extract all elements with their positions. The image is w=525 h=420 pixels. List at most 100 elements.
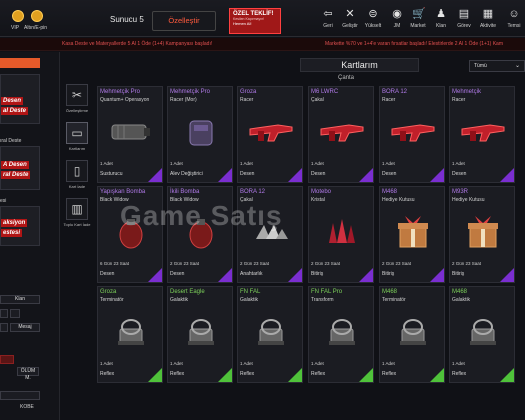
card-item[interactable]: Mehmetçik Racer 1 Adet Desen bbox=[449, 86, 515, 183]
card-item[interactable]: M6 LWRC Çakal 1 Adet Desen bbox=[308, 86, 374, 183]
card-item[interactable]: Groza Racer 1 Adet Desen bbox=[237, 86, 303, 183]
special-offer-banner[interactable]: ÖZEL TEKLİF! Kesilen Kaçırmayın! Hemen A… bbox=[229, 8, 281, 34]
cart-icon: 🛒 bbox=[412, 8, 426, 20]
card-item-type: Desen bbox=[240, 171, 255, 177]
clan-button[interactable]: Klan bbox=[0, 295, 40, 304]
filter-my-cards-label: Kartlarım bbox=[68, 146, 86, 151]
card-item-type: Desen bbox=[452, 171, 467, 177]
nav-user-label: Temsi bbox=[507, 23, 521, 29]
card-item-quantity: 1 Adet bbox=[452, 161, 465, 166]
filter-card-return[interactable]: ▯ Kart İade bbox=[62, 160, 92, 189]
nav-mission[interactable]: ▤ Görev bbox=[453, 8, 475, 29]
card-item[interactable]: Mehmetçik Pro Quantum+ Operasyon 1 Adet Sus… bbox=[97, 86, 163, 183]
card-item-variant: Hediye Kutusu bbox=[452, 197, 485, 203]
card-item-variant: Racer (Mor) bbox=[170, 97, 197, 103]
gold-coin-icon[interactable] bbox=[31, 10, 43, 22]
cards-icon: ▭ bbox=[66, 122, 88, 144]
filter-card-return-label: Kart İade bbox=[68, 184, 86, 189]
promo-banner-3[interactable]: aksiyon estesi bbox=[0, 206, 40, 246]
card-item[interactable]: Yapışkan Bomba Black Widow 6 Gün 23 Saat De… bbox=[97, 186, 163, 283]
offer-buy-button[interactable]: Hemen Al! bbox=[233, 21, 277, 26]
nav-back[interactable]: ⇦ Geri bbox=[317, 8, 339, 29]
nav-market[interactable]: 🛒 Market bbox=[407, 8, 429, 29]
vip-coin-icon[interactable] bbox=[12, 10, 24, 22]
status-badge: ÖLÜM M. bbox=[17, 367, 39, 381]
nav-jm-label: JM bbox=[393, 23, 401, 29]
card-item-type: Bitiriş bbox=[452, 271, 465, 277]
news-ticker: Kasa Deste ve Materyallerde 5 Al 1 Öde (… bbox=[0, 38, 525, 51]
crystal-icon bbox=[319, 211, 365, 253]
card-item-name: İkili Bomba bbox=[170, 189, 200, 195]
customize-button[interactable]: Özelleştir bbox=[152, 11, 216, 31]
card-item-name: Groza bbox=[100, 289, 117, 295]
card-item-name: FN FAL Pro bbox=[311, 289, 343, 295]
card-item-name: M468 bbox=[452, 289, 468, 295]
category-dropdown[interactable]: Tümü ⌄ bbox=[469, 60, 525, 72]
grenade-icon bbox=[178, 211, 224, 253]
card-item-quantity: 2 Gün 23 Saat bbox=[170, 261, 200, 266]
left-bar bbox=[0, 391, 40, 400]
card-item[interactable]: Desert Eagle Galaktik 1 Adet Reflex bbox=[167, 286, 233, 383]
card-item-name: FN FAL bbox=[240, 289, 261, 295]
rifle-skin-icon bbox=[390, 111, 436, 153]
rarity-corner bbox=[288, 168, 302, 182]
nav-jm[interactable]: ◉ JM bbox=[386, 8, 408, 29]
card-item[interactable]: M468 Hediye Kutusu 2 Gün 23 Saat Bitiriş bbox=[379, 186, 445, 283]
card-item-name: M468 bbox=[382, 189, 398, 195]
nav-back-label: Geri bbox=[323, 23, 333, 29]
nav-activity-label: Aktivite bbox=[479, 23, 497, 29]
promo-1-line-2: al Deste bbox=[1, 107, 29, 115]
card-item-type: Desen bbox=[170, 271, 185, 277]
promo-3-line-1: aksiyon bbox=[1, 219, 28, 227]
card-item[interactable]: M468 Galaktik 1 Adet Reflex bbox=[449, 286, 515, 383]
card-item[interactable]: BORA 12 Racer 1 Adet Desen bbox=[379, 86, 445, 183]
card-item[interactable]: FN FAL Pro Transform 1 Adet Reflex bbox=[308, 286, 374, 383]
kobe-label: KOBE bbox=[20, 404, 34, 410]
card-item-type: Bitiriş bbox=[382, 271, 395, 277]
card-item[interactable]: M468 Terminatör 1 Adet Reflex bbox=[379, 286, 445, 383]
vip-label: VIP bbox=[11, 25, 20, 31]
card-item-name: Mehmetçik Pro bbox=[170, 89, 211, 95]
left-small-button-1[interactable] bbox=[0, 309, 8, 318]
game-window: VIP Altın/E-pin Sunucu 5 Özelleştir ÖZEL… bbox=[0, 0, 525, 420]
rarity-corner bbox=[218, 268, 232, 282]
message-button[interactable]: Mesaj bbox=[10, 323, 40, 332]
card-item[interactable]: Mehmetçik Pro Racer (Mor) 1 Adet Alev Değiş… bbox=[167, 86, 233, 183]
card-item-name: Desert Eagle bbox=[170, 289, 205, 295]
card-item-quantity: 1 Adet bbox=[100, 361, 113, 366]
chevron-down-icon: ⌄ bbox=[514, 63, 520, 69]
filter-bulk-return[interactable]: ▥ Toplu Kart İade bbox=[62, 198, 92, 227]
card-item[interactable]: BORA 12 Çakal 2 Gün 23 Saat Anahtarlık bbox=[237, 186, 303, 283]
left-label-deste: ıral Deste bbox=[0, 138, 22, 144]
card-item-name: Motebo bbox=[311, 189, 332, 195]
card-item[interactable]: FN FAL Galaktik 1 Adet Reflex bbox=[237, 286, 303, 383]
card-item-name: M6 LWRC bbox=[311, 89, 339, 95]
left-small-button-2[interactable] bbox=[10, 309, 20, 318]
card-item-type: Reflex bbox=[452, 371, 467, 377]
nav-mission-label: Görev bbox=[457, 23, 471, 29]
left-small-button-3[interactable] bbox=[0, 323, 8, 332]
promo-banner-2[interactable]: A Desen ral Deste bbox=[0, 146, 40, 190]
nav-market-label: Market bbox=[410, 23, 426, 29]
card-item[interactable]: İkili Bomba Black Widow 2 Gün 23 Saat Desen bbox=[167, 186, 233, 283]
nav-activity[interactable]: ▦ Aktivite bbox=[477, 8, 499, 29]
card-item[interactable]: Groza Terminatör 1 Adet Reflex bbox=[97, 286, 163, 383]
nav-clan[interactable]: ♟ Klan bbox=[430, 8, 452, 29]
card-item-variant: Racer bbox=[240, 97, 254, 103]
nav-user[interactable]: ☺ Temsi bbox=[503, 8, 525, 29]
nav-develop[interactable]: ✕ Geliştir bbox=[339, 8, 361, 29]
filter-customize[interactable]: ✂ Özelleştirme bbox=[62, 84, 92, 113]
card-item-variant: Terminatör bbox=[100, 297, 124, 303]
promo-banner-1[interactable]: Desen al Deste bbox=[0, 74, 40, 124]
card-item-type: Susturucu bbox=[100, 171, 123, 177]
reflex-sight-icon bbox=[460, 311, 506, 353]
filter-bulk-return-label: Toplu Kart İade bbox=[63, 222, 91, 227]
card-item-variant: Galaktik bbox=[240, 297, 259, 303]
card-item[interactable]: M93R Hediye Kutusu 2 Gün 23 Saat Bitiriş bbox=[449, 186, 515, 283]
card-item-variant: Quantum+ Operasyon bbox=[100, 97, 150, 103]
nav-upgrade[interactable]: ⊜ Yükselt bbox=[362, 8, 384, 29]
filter-my-cards[interactable]: ▭ Kartlarım bbox=[62, 122, 92, 151]
card-item[interactable]: Motebo Kristal 2 Gün 23 Saat Bitiriş bbox=[308, 186, 374, 283]
ticker-text-right: Markette %70 ve 1+4'e varan fırsatlar ba… bbox=[325, 41, 503, 47]
card-item-type: Anahtarlık bbox=[240, 271, 263, 277]
